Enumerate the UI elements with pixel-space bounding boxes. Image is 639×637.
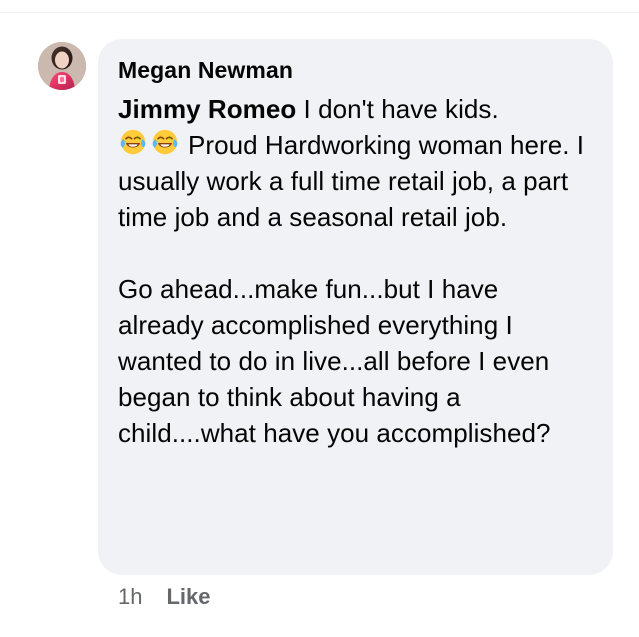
emoji-group: [118, 127, 180, 157]
comment-meta: 1h Like: [118, 583, 211, 611]
face-with-tears-of-joy-icon: [120, 129, 146, 155]
profile-photo-icon: [38, 42, 86, 90]
face-with-tears-of-joy-icon: [152, 129, 178, 155]
comment-line-2: Proud Hardworking woman here. I usually …: [118, 127, 588, 235]
comment-line-1-text: I don't have kids.: [296, 94, 499, 124]
comment-body: Jimmy Romeo I don't have kids. Proud Har…: [118, 91, 588, 451]
comment-line-3: Go ahead...make fun...but I have already…: [118, 274, 551, 448]
like-button[interactable]: Like: [166, 583, 210, 611]
comment-author[interactable]: Megan Newman: [118, 57, 293, 84]
comment-line-1: Jimmy Romeo I don't have kids.: [118, 91, 588, 127]
avatar[interactable]: [38, 42, 86, 90]
mention-link[interactable]: Jimmy Romeo: [118, 94, 296, 124]
comment-line-2-text: Proud Hardworking woman here. I usually …: [118, 130, 585, 232]
previous-comment-edge: [0, 0, 639, 13]
comment-time[interactable]: 1h: [118, 583, 142, 611]
